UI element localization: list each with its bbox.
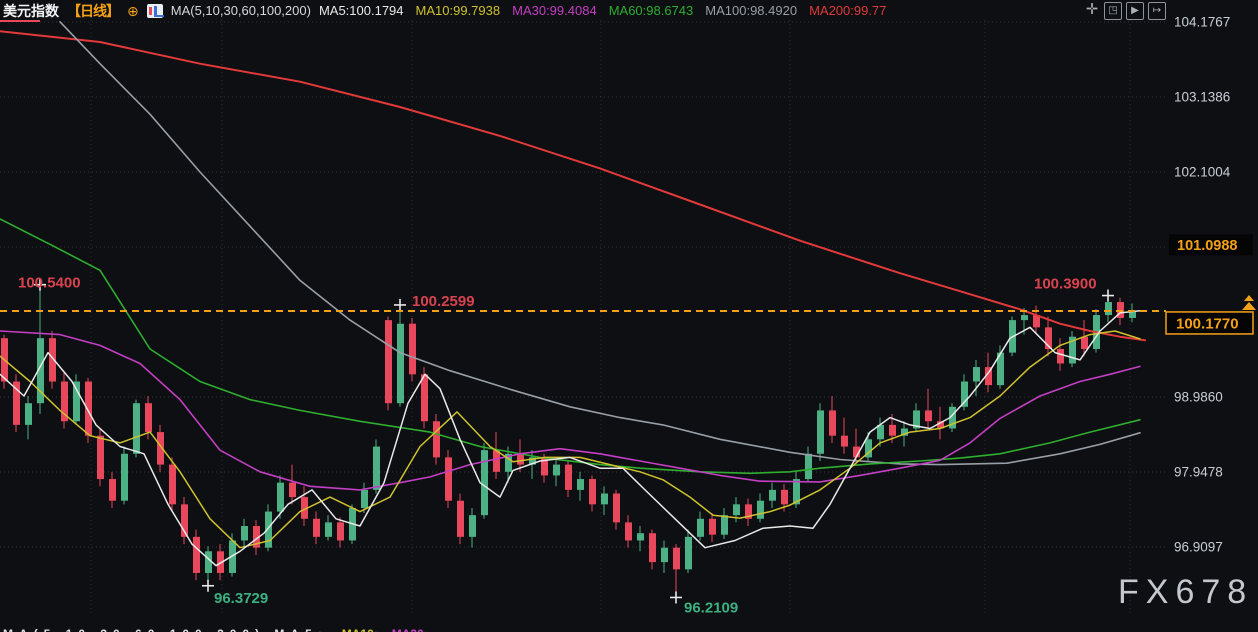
ma-settings-label[interactable]: MA(5,10,30,60,100,200) [171,3,311,18]
ma-value: MA100:98.4920 [705,3,797,18]
ma-line-MA5 [0,311,1140,566]
pane-forward-icon[interactable]: ↦ [1148,2,1166,20]
price-annotation: 100.2599 [412,293,475,310]
current-price-label: 100.1770 [1176,315,1239,332]
ma-value: MA200:99.77 [809,3,886,18]
ma-line-MA200 [0,31,1145,340]
price-up-arrow-icon [1242,302,1256,310]
ma-value: MA5:100.1794 [319,3,404,18]
gridlines [0,20,1168,614]
symbol-name[interactable]: 美元指数 [3,1,59,21]
chart-header: 美元指数 【日线】 ⊕ MA(5,10,30,60,100,200) MA5:1… [0,0,1258,21]
watermark: FX678 [1118,573,1253,611]
pane-play-icon[interactable]: ▶ [1126,2,1144,20]
lower-panel-clipped-row: MA(5,10,30,60,100,200) MA5:MA10:MA30: [0,627,1258,632]
kline-chart-icon[interactable] [147,4,163,18]
ma-line-MA60 [0,219,1140,473]
chart-app: 美元指数 【日线】 ⊕ MA(5,10,30,60,100,200) MA5:1… [0,0,1258,632]
price-annotation: 100.3900 [1034,276,1097,293]
period-selector[interactable]: 【日线】 [67,1,119,21]
price-annotation: 96.3729 [214,590,268,607]
axis-tick-label: 97.9478 [1174,464,1223,479]
ma-value: MA10:99.7938 [416,3,501,18]
price-annotation: 100.5400 [18,275,81,292]
axis-tick-label: 102.1004 [1174,164,1231,179]
price-axis: 104.1767103.1386102.1004101.062398.98609… [1174,15,1231,555]
candles [1,285,1136,598]
axis-tick-label: 103.1386 [1174,90,1230,105]
chart-toolbar: ✛ ◳ ▶ ↦ [1084,2,1166,20]
crosshair-icon[interactable]: ✛ [1084,2,1100,18]
pane-back-icon[interactable]: ◳ [1104,2,1122,20]
price-annotation: 96.2109 [684,599,738,616]
price-up-arrow-icon [1244,295,1254,301]
axis-tick-label: 98.9860 [1174,389,1223,404]
ma-values: MA5:100.1794 MA10:99.7938 MA30:99.4084 MA60… [319,3,898,18]
axis-tick-label: 96.9097 [1174,539,1223,554]
ma-value: MA60:98.6743 [609,3,694,18]
ma-value: MA30:99.4084 [512,3,597,18]
secondary-price-label: 101.0988 [1177,238,1237,254]
chart-canvas[interactable]: FX678 100.5400 100.2599 100.3900 96.3729 96.2… [0,0,1258,632]
add-indicator-icon[interactable]: ⊕ [127,4,139,18]
annotations: 100.5400 100.2599 100.3900 96.3729 96.2109 [18,275,1114,617]
